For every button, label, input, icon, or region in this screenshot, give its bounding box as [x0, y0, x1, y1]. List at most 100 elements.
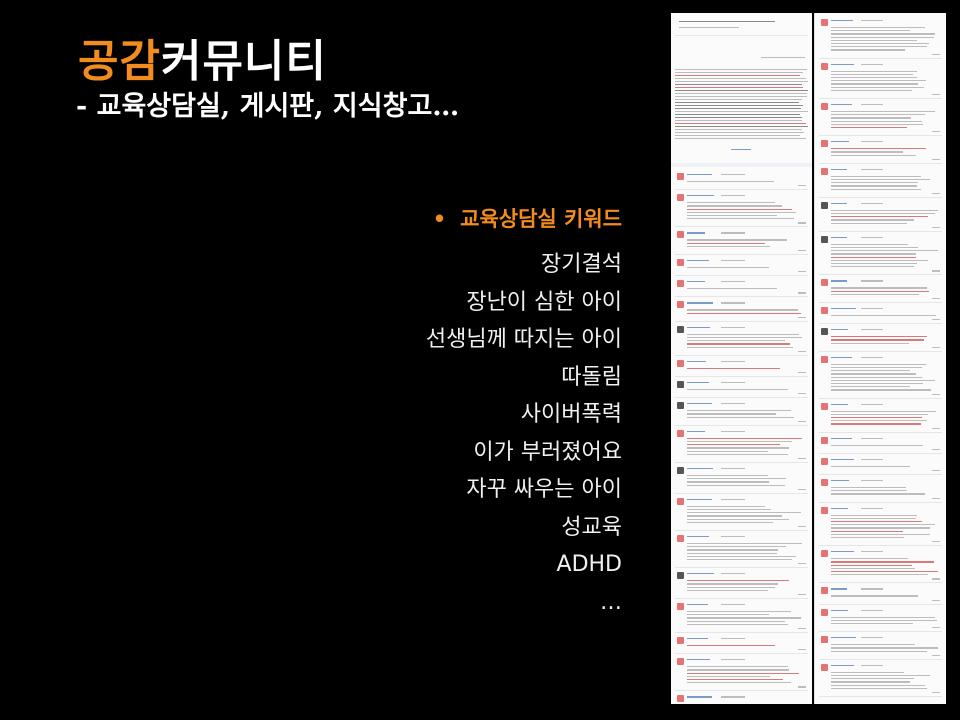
text-line [861, 329, 883, 331]
text-line [798, 420, 806, 422]
text-line [721, 659, 745, 661]
text-line [831, 342, 909, 344]
text-line [687, 515, 782, 517]
text-line [831, 259, 928, 261]
keyword-item: 선생님께 따지는 아이 [425, 327, 622, 352]
avatar [677, 535, 684, 542]
text-line [675, 108, 801, 110]
avatar [677, 381, 684, 388]
text-line [687, 617, 801, 619]
text-line [831, 681, 910, 683]
text-line [861, 308, 883, 310]
divider [819, 230, 942, 232]
text-line [675, 93, 807, 95]
text-line [798, 563, 806, 565]
forum-screenshot-post [671, 13, 812, 704]
text-line [675, 81, 808, 83]
keyword-item: 따돌림 [561, 364, 622, 390]
text-line [687, 260, 709, 262]
text-line [932, 158, 940, 160]
text-line [687, 586, 775, 588]
text-line [721, 281, 745, 283]
text-line [687, 174, 712, 176]
text-line [687, 382, 709, 384]
text-line [687, 573, 714, 575]
avatar [821, 19, 828, 26]
text-line [932, 270, 940, 272]
text-line [798, 488, 806, 490]
avatar [677, 497, 684, 505]
divider [819, 545, 942, 547]
text-line [687, 546, 786, 548]
text-line [831, 329, 848, 331]
text-line [831, 383, 923, 385]
text-line [687, 205, 782, 207]
text-line [831, 27, 925, 29]
text-line [831, 595, 918, 597]
text-line [831, 507, 848, 509]
text-line [932, 470, 940, 472]
slide-title: 공감커뮤니티 [78, 36, 327, 88]
avatar [821, 402, 828, 410]
text-line [831, 222, 907, 224]
text-line [831, 202, 847, 204]
text-line [687, 521, 773, 523]
text-line [687, 484, 785, 486]
keyword-item: 사이버폭력 [520, 402, 622, 427]
text-line [675, 135, 800, 137]
avatar [677, 173, 684, 180]
text-line [831, 413, 928, 415]
text-line [687, 430, 705, 432]
text-line [831, 521, 922, 523]
divider [675, 35, 808, 36]
text-line [831, 490, 907, 492]
text-line [675, 96, 807, 98]
text-line [679, 27, 739, 29]
text-line [687, 267, 769, 269]
text-line [798, 350, 806, 352]
divider [819, 603, 942, 605]
text-line [932, 497, 940, 499]
text-line [687, 437, 802, 439]
text-line [831, 619, 937, 621]
text-line [831, 437, 852, 439]
text-line [687, 403, 712, 405]
text-line [861, 141, 883, 143]
text-line [831, 308, 856, 310]
text-line [721, 430, 745, 432]
text-line [675, 69, 807, 71]
text-line [687, 518, 789, 520]
text-line [675, 126, 808, 128]
text-line [687, 367, 780, 369]
text-line [831, 567, 915, 569]
divider [675, 690, 808, 692]
text-line [798, 686, 806, 688]
text-line [831, 444, 923, 446]
keywords-heading: • 교육상담실 키워드 [433, 204, 622, 234]
text-line [798, 594, 806, 596]
text-line [831, 537, 904, 539]
text-line [687, 552, 777, 554]
text-line [831, 77, 917, 79]
text-line [831, 647, 938, 649]
text-line [675, 105, 803, 107]
text-line [687, 679, 783, 681]
text-line [798, 222, 806, 224]
avatar [677, 658, 684, 666]
text-line [831, 558, 908, 560]
text-line [687, 620, 785, 622]
slide-title-rest: 커뮤니티 [160, 36, 327, 87]
text-line [687, 589, 768, 591]
avatar [821, 279, 828, 287]
avatar [677, 194, 684, 202]
text-line [831, 236, 847, 238]
text-line [675, 123, 806, 125]
text-line [831, 63, 854, 65]
text-line [721, 403, 745, 405]
divider [819, 323, 942, 325]
divider [675, 492, 808, 494]
text-line [687, 682, 791, 684]
text-line [831, 213, 935, 215]
text-line [831, 465, 910, 467]
text-line [721, 696, 745, 698]
